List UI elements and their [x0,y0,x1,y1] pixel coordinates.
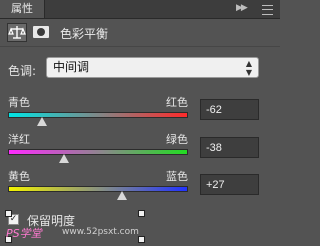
selection-handle [138,236,145,243]
slider-yellow-blue-thumb[interactable] [117,191,128,200]
slider-magenta-green-track[interactable] [8,149,188,155]
tone-select[interactable]: 中间调 ▲ ▼ [46,57,259,78]
slider-yellow-blue-track[interactable] [8,186,188,192]
watermark-logo: PS学堂 [6,227,42,240]
updown-arrow-icon: ▲ ▼ [245,59,252,77]
tone-selected-value: 中间调 [53,60,90,74]
adjustment-header: 色彩平衡 [0,19,280,47]
slider-yellow-label: 黄色 [8,170,30,183]
slider-red-label: 红色 [166,96,188,109]
slider-magenta-green-thumb[interactable] [58,154,69,163]
tone-label: 色调: [8,64,37,78]
slider-blue-label: 蓝色 [166,170,188,183]
panel-menu-icon[interactable] [262,5,273,15]
slider-cyan-red-track[interactable] [8,112,188,118]
slider-cyan-label: 青色 [8,96,30,109]
slider-green-label: 绿色 [166,133,188,146]
selection-handle [138,210,145,217]
yellow-blue-value-field[interactable] [200,174,259,195]
balance-scale-icon [7,23,27,42]
cyan-red-value-field[interactable] [200,99,259,120]
double-arrow-icon[interactable]: ▶▶ [236,3,248,13]
selection-handle [5,210,12,217]
slider-magenta-label: 洋红 [8,133,30,146]
slider-cyan-red-thumb[interactable] [37,117,48,126]
magenta-green-value-field[interactable] [200,137,259,158]
mask-icon[interactable] [33,26,49,38]
panel-title: 色彩平衡 [60,27,109,41]
panel-titlebar: 属性 ▶▶ [0,0,280,19]
tab-properties[interactable]: 属性 [0,0,45,18]
watermark-text: www.52psxt.com [62,227,139,237]
